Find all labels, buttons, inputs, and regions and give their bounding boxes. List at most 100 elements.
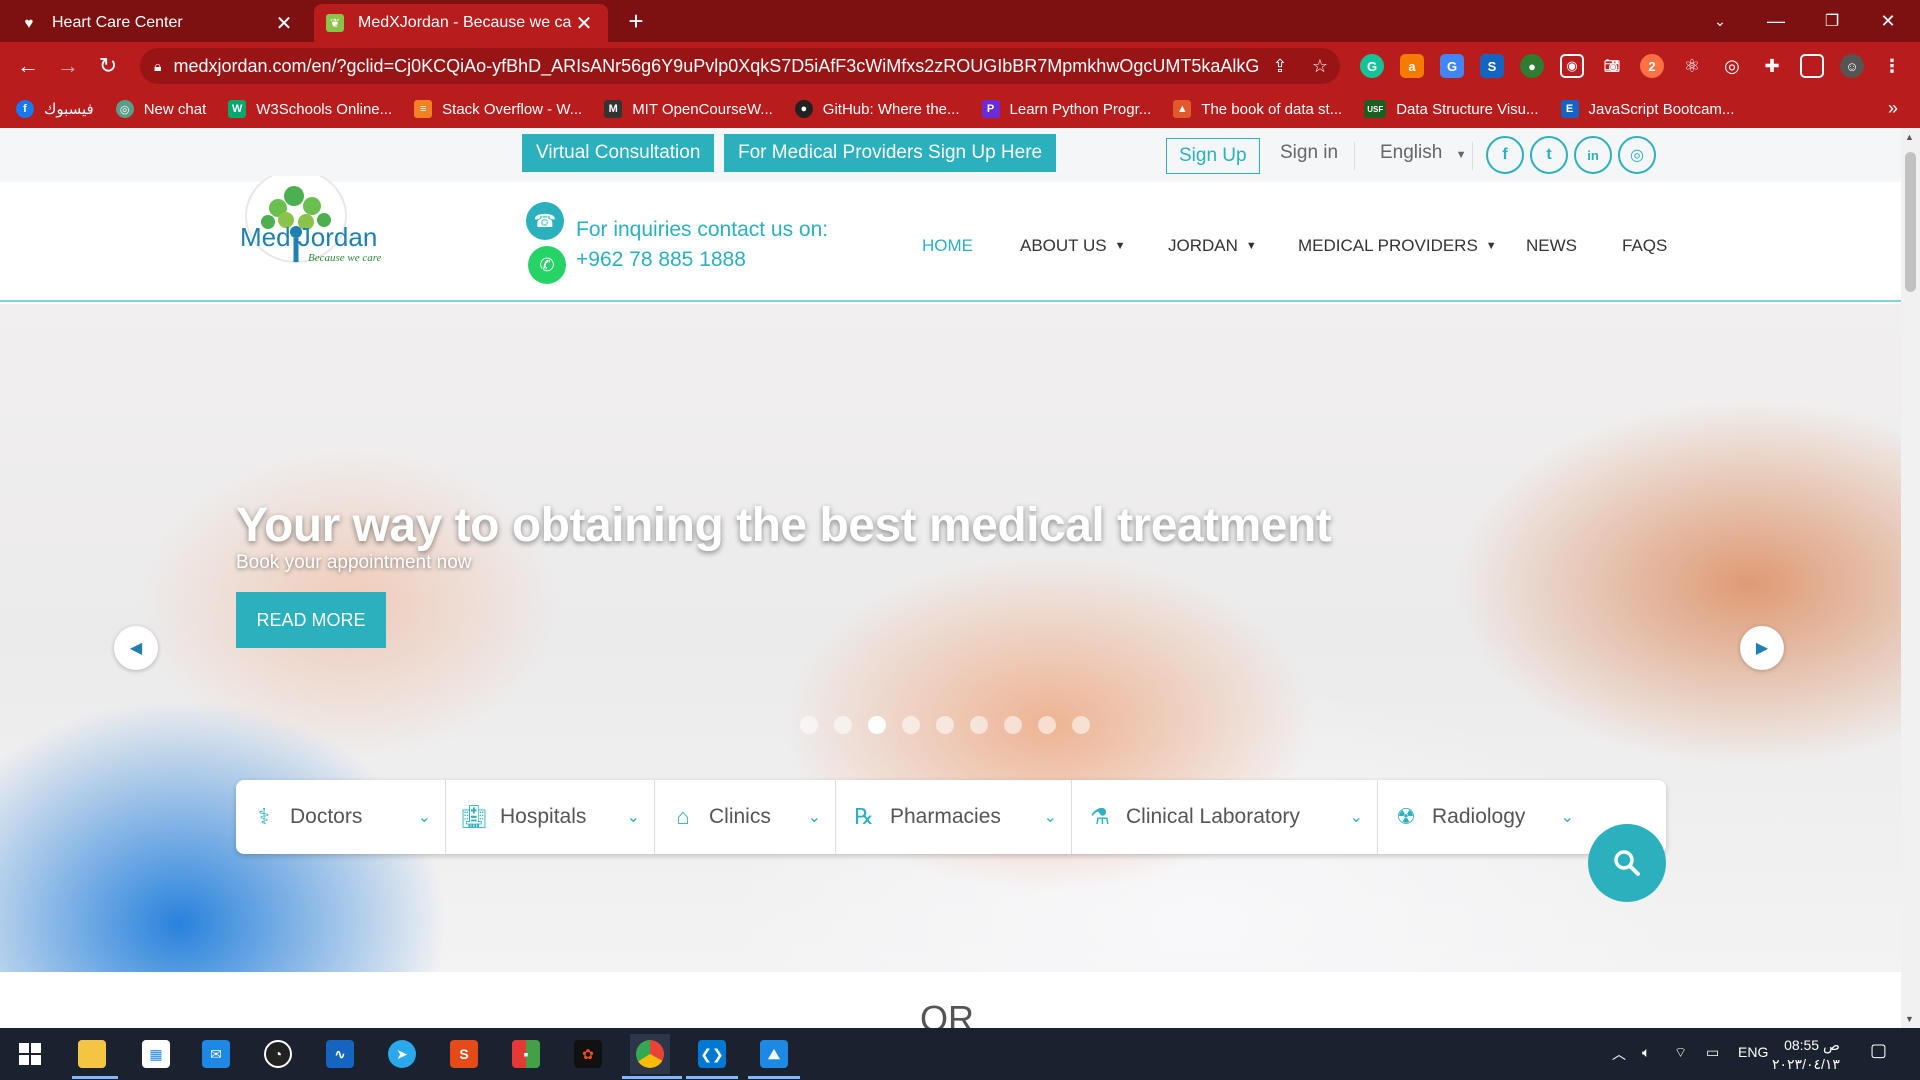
carousel-dot[interactable] <box>834 716 852 734</box>
screenshot-icon[interactable]: ◉ <box>1560 54 1584 78</box>
s-extension-icon[interactable]: S <box>1480 54 1504 78</box>
scroll-down-icon[interactable]: ▼ <box>1905 1014 1914 1024</box>
bookmark-star-icon[interactable]: ☆ <box>1300 56 1340 77</box>
bookmark-python[interactable]: P Learn Python Progr... <box>981 100 1151 118</box>
file-explorer-app[interactable] <box>72 1034 112 1074</box>
translate-icon[interactable]: G <box>1440 54 1464 78</box>
mail-app[interactable]: ✉ <box>196 1034 236 1074</box>
hospitals-dropdown[interactable]: 🏥︎ Hospitals ⌄ <box>446 780 655 854</box>
twitter-icon[interactable]: t <box>1530 136 1568 174</box>
read-more-button[interactable]: READ MORE <box>236 592 386 648</box>
telegram-app[interactable]: ➤ <box>382 1034 422 1074</box>
bookmark-usf[interactable]: USF Data Structure Visu... <box>1364 100 1539 118</box>
figma-app[interactable]: ✿ <box>568 1034 608 1074</box>
input-language[interactable]: ENG <box>1738 1044 1768 1060</box>
profile-avatar[interactable]: ☺ <box>1840 54 1864 78</box>
nav-about-us[interactable]: ABOUT US ▼ <box>1020 236 1125 256</box>
pharmacies-dropdown[interactable]: ℞ Pharmacies ⌄ <box>836 780 1072 854</box>
bookmark-stackoverflow[interactable]: ≡ Stack Overflow - W... <box>414 100 582 118</box>
tab-search-icon[interactable]: ⌄ <box>1692 0 1748 42</box>
carousel-dot[interactable] <box>936 716 954 734</box>
forward-button[interactable]: → <box>52 50 84 82</box>
sign-up-button[interactable]: Sign Up <box>1166 138 1260 174</box>
battery-icon[interactable]: ▭ <box>1706 1044 1719 1061</box>
carousel-dot[interactable] <box>902 716 920 734</box>
speedometer-app[interactable]: ◔ <box>258 1034 298 1074</box>
bookmark-data-book[interactable]: ▲ The book of data st... <box>1173 100 1342 118</box>
lock-icon[interactable]: 🔒︎ <box>154 58 161 75</box>
side-panel-icon[interactable] <box>1800 54 1824 78</box>
bookmark-facebook[interactable]: f فيسبوك <box>16 100 94 118</box>
vscode-app[interactable]: ❮❯ <box>692 1034 732 1074</box>
tray-overflow-icon[interactable]: ︿ <box>1612 1044 1626 1064</box>
page-scrollbar[interactable]: ▲ ▼ <box>1901 128 1920 1028</box>
s-app[interactable]: S <box>444 1034 484 1074</box>
nav-home[interactable]: HOME <box>922 236 973 256</box>
language-select[interactable]: English ▼ <box>1380 142 1467 164</box>
tab-heart-care[interactable]: ♥ Heart Care Center ✕ <box>8 4 308 42</box>
close-window-button[interactable]: ✕ <box>1860 0 1916 42</box>
extension-lock-icon[interactable]: a <box>1400 54 1424 78</box>
bookmark-new-chat[interactable]: ◎ New chat <box>115 100 206 118</box>
contact-phone[interactable]: +962 78 885 1888 <box>576 248 746 272</box>
bookmark-github[interactable]: ● GitHub: Where the... <box>794 100 960 118</box>
virtual-consultation-button[interactable]: Virtual Consultation <box>522 134 715 172</box>
whatsapp-icon[interactable]: ✆ <box>528 246 566 284</box>
badge-extension-icon[interactable]: 2 <box>1640 54 1664 78</box>
carousel-dot[interactable] <box>868 716 886 734</box>
clinical-laboratory-dropdown[interactable]: ⚗ Clinical Laboratory ⌄ <box>1072 780 1378 854</box>
bookmark-w3schools[interactable]: W W3Schools Online... <box>228 100 392 118</box>
address-bar[interactable]: 🔒︎ medxjordan.com/en/?gclid=Cj0KCQiAo-yf… <box>140 48 1340 84</box>
close-tab-icon[interactable]: ✕ <box>272 11 296 36</box>
nav-jordan[interactable]: JORDAN ▼ <box>1168 236 1257 256</box>
office-app[interactable]: ▪ <box>506 1034 546 1074</box>
linkedin-icon[interactable]: in <box>1574 136 1612 174</box>
share-icon[interactable]: ⇪ <box>1260 56 1300 77</box>
photos-app[interactable]: ⛰ <box>754 1034 794 1074</box>
instagram-icon[interactable]: ◎ <box>1618 136 1656 174</box>
facebook-icon[interactable]: f <box>1486 136 1524 174</box>
start-button[interactable] <box>10 1034 50 1074</box>
sign-in-link[interactable]: Sign in <box>1280 142 1338 164</box>
providers-signup-button[interactable]: For Medical Providers Sign Up Here <box>724 134 1057 172</box>
doctors-dropdown[interactable]: ⚕ Doctors ⌄ <box>236 780 446 854</box>
nav-medical-providers[interactable]: MEDICAL PROVIDERS ▼ <box>1298 236 1497 256</box>
carousel-dot[interactable] <box>970 716 988 734</box>
puzzle-icon[interactable]: ✚ <box>1760 54 1784 78</box>
search-button[interactable] <box>1588 824 1666 902</box>
nav-faqs[interactable]: FAQS <box>1622 236 1667 256</box>
clinics-dropdown[interactable]: ⌂ Clinics ⌄ <box>655 780 836 854</box>
volume-icon[interactable]: 🔈︎ <box>1642 1044 1650 1061</box>
bookmarks-overflow-icon[interactable]: » <box>1888 98 1898 119</box>
reload-button[interactable]: ↻ <box>92 50 124 82</box>
chrome-app[interactable] <box>630 1034 670 1074</box>
camera-icon[interactable]: 📷︎ <box>1600 54 1624 78</box>
notification-icon[interactable]: ▢ <box>1870 1040 1887 1061</box>
scroll-up-icon[interactable]: ▲ <box>1905 132 1914 142</box>
carousel-dot[interactable] <box>1004 716 1022 734</box>
new-tab-button[interactable]: + <box>620 6 652 37</box>
close-tab-icon[interactable]: ✕ <box>572 11 596 36</box>
carousel-next-icon[interactable]: ▶ <box>1740 626 1784 670</box>
bookmark-javascript[interactable]: E JavaScript Bootcam... <box>1560 100 1734 118</box>
target-icon[interactable]: ◎ <box>1720 54 1744 78</box>
radiology-dropdown[interactable]: ☢ Radiology ⌄ <box>1378 780 1588 854</box>
bookmark-mit[interactable]: M MIT OpenCourseW... <box>604 100 773 118</box>
tab-medxjordan[interactable]: ❦ MedXJordan - Because we care ✕ <box>314 4 608 42</box>
colorful-extension-icon[interactable]: ● <box>1520 54 1544 78</box>
carousel-dot[interactable] <box>1072 716 1090 734</box>
restore-button[interactable]: ❐ <box>1804 0 1860 42</box>
system-clock[interactable]: 08:55 ص ٢٠٢٣/٠٤/١٣ <box>1772 1036 1840 1074</box>
back-button[interactable]: ← <box>12 50 44 82</box>
grammarly-icon[interactable]: G <box>1360 54 1384 78</box>
carousel-dot[interactable] <box>1038 716 1056 734</box>
nav-news[interactable]: NEWS <box>1526 236 1577 256</box>
atom-icon[interactable]: ⚛ <box>1680 54 1704 78</box>
whiteboard-app[interactable]: ∿ <box>320 1034 360 1074</box>
wifi-icon[interactable]: ⌔ <box>1674 1044 1687 1062</box>
carousel-dot[interactable] <box>800 716 818 734</box>
minimize-button[interactable]: — <box>1748 0 1804 42</box>
store-app[interactable]: ▦ <box>136 1034 176 1074</box>
scrollbar-thumb[interactable] <box>1905 152 1916 292</box>
menu-kebab-icon[interactable]: ⋮ <box>1880 54 1904 78</box>
